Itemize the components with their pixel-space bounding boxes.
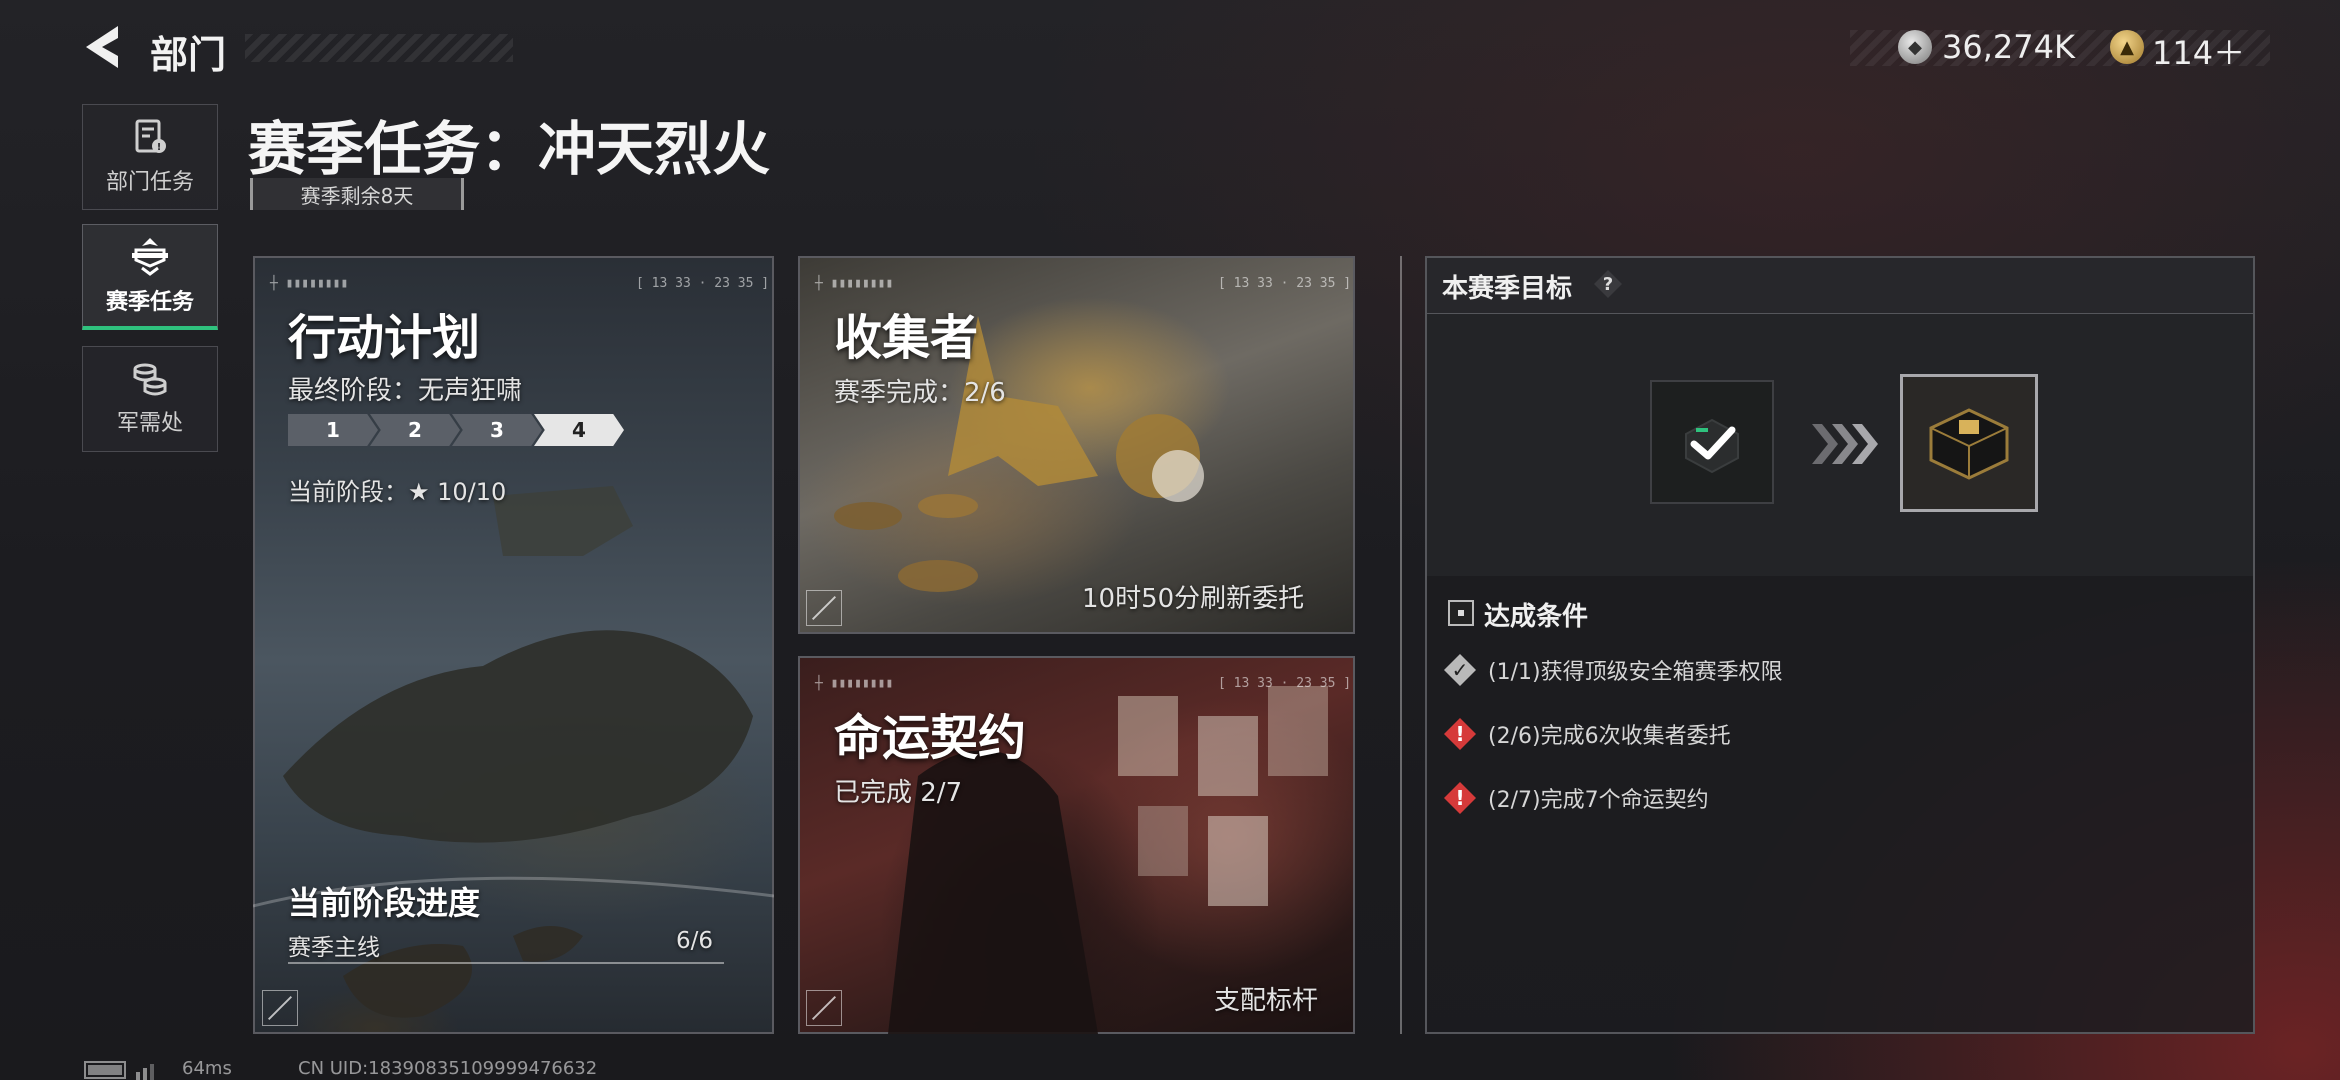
collector-card-hud-time: [ 13 33 · 23 35 ] (1218, 276, 1352, 291)
user-uid: CN UID:18390835109999476632 (298, 1058, 598, 1079)
corner-expand-icon (806, 590, 842, 626)
plan-progress-title: 当前阶段进度 (288, 884, 481, 922)
sidebar-item-season-tasks[interactable]: 赛季任务 (82, 224, 218, 330)
secure-case-access-item[interactable] (1650, 380, 1774, 504)
top-secure-case-reward[interactable] (1900, 374, 2038, 512)
condition-item: ✓ (1/1)获得顶级安全箱赛季权限 (1444, 654, 1783, 686)
stage-progress-row: 1 2 3 4 (288, 414, 624, 446)
sidebar-item-department-tasks[interactable]: ! 部门任务 (82, 104, 218, 210)
task-document-icon: ! (135, 119, 166, 153)
objectives-title: 本赛季目标 (1442, 274, 1573, 304)
plan-progress-divider (288, 962, 724, 964)
sidebar-item-label: 赛季任务 (105, 289, 194, 315)
checkmark-icon (1685, 418, 1739, 474)
back-title[interactable]: 部门 (150, 24, 226, 79)
conditions-title: 达成条件 (1484, 602, 1589, 632)
contract-card-title: 命运契约 (834, 710, 1027, 766)
sidebar-item-quartermaster[interactable]: 军需处 (82, 346, 218, 452)
warning-diamond-icon: ! (1444, 718, 1476, 750)
chevron-arrows-icon (1812, 424, 1878, 464)
season-emblem-icon (132, 237, 168, 276)
stage-chip: 1 (288, 414, 378, 446)
condition-item: ! (2/7)完成7个命运契约 (1444, 782, 1709, 814)
collector-progress: 赛季完成：2/6 (834, 378, 1006, 408)
plan-final-stage: 最终阶段：无声狂啸 (288, 376, 523, 406)
condition-text: (2/7)完成7个命运契约 (1488, 788, 1709, 813)
plan-card-hud: ┼ ▮▮▮▮▮▮▮▮ (270, 276, 349, 291)
back-arrow-icon[interactable] (80, 22, 126, 72)
section-divider (1400, 256, 1402, 1034)
coin-stack-icon (133, 363, 167, 396)
corner-expand-icon (806, 990, 842, 1026)
collector-refresh-timer: 10时50分刷新委托 (1082, 584, 1305, 614)
plan-progress-value: 6/6 (676, 928, 714, 954)
gold-coin-icon: ▲ (2110, 30, 2144, 64)
plan-current-stage: 当前阶段：★ 10/10 (288, 478, 507, 506)
condition-text: (1/1)获得顶级安全箱赛季权限 (1488, 660, 1783, 685)
collector-card-hud: ┼ ▮▮▮▮▮▮▮▮ (815, 276, 894, 291)
silver-coin-icon: ◆ (1898, 30, 1932, 64)
conditions-marker-icon (1448, 600, 1474, 626)
stage-chip-current: 4 (534, 414, 624, 446)
condition-item: ! (2/6)完成6次收集者委托 (1444, 718, 1731, 750)
plan-progress-label: 赛季主线 (288, 935, 380, 961)
gold-currency-value[interactable]: 114＋ (2152, 28, 2245, 74)
stage-chip: 2 (370, 414, 460, 446)
stage-chip: 3 (452, 414, 542, 446)
plan-card-title: 行动计划 (288, 310, 481, 366)
condition-text: (2/6)完成6次收集者委托 (1488, 724, 1731, 749)
page-title: 赛季任务：冲天烈火 (248, 115, 771, 183)
plan-card-hud-time: [ 13 33 · 23 35 ] (636, 276, 770, 291)
sidebar-item-label: 军需处 (116, 411, 183, 436)
season-remaining-badge: 赛季剩余8天 (250, 178, 464, 210)
corner-expand-icon (262, 990, 298, 1026)
check-diamond-icon: ✓ (1444, 654, 1476, 686)
contract-footer-label: 支配标杆 (1214, 986, 1319, 1016)
collector-card-title: 收集者 (834, 310, 979, 366)
contract-card-hud-time: [ 13 33 · 23 35 ] (1218, 676, 1352, 691)
secure-case-icon (1929, 408, 2009, 480)
battery-signal-icon (84, 1061, 154, 1080)
header-decoration (245, 34, 513, 62)
sidebar-item-label: 部门任务 (105, 170, 194, 195)
contract-progress: 已完成 2/7 (834, 778, 963, 808)
silver-currency-value[interactable]: 36,274K (1942, 28, 2075, 66)
ping-indicator: 64ms (182, 1058, 232, 1079)
svg-text:!: ! (157, 142, 162, 153)
contract-card-hud: ┼ ▮▮▮▮▮▮▮▮ (815, 676, 894, 691)
warning-diamond-icon: ! (1444, 782, 1476, 814)
